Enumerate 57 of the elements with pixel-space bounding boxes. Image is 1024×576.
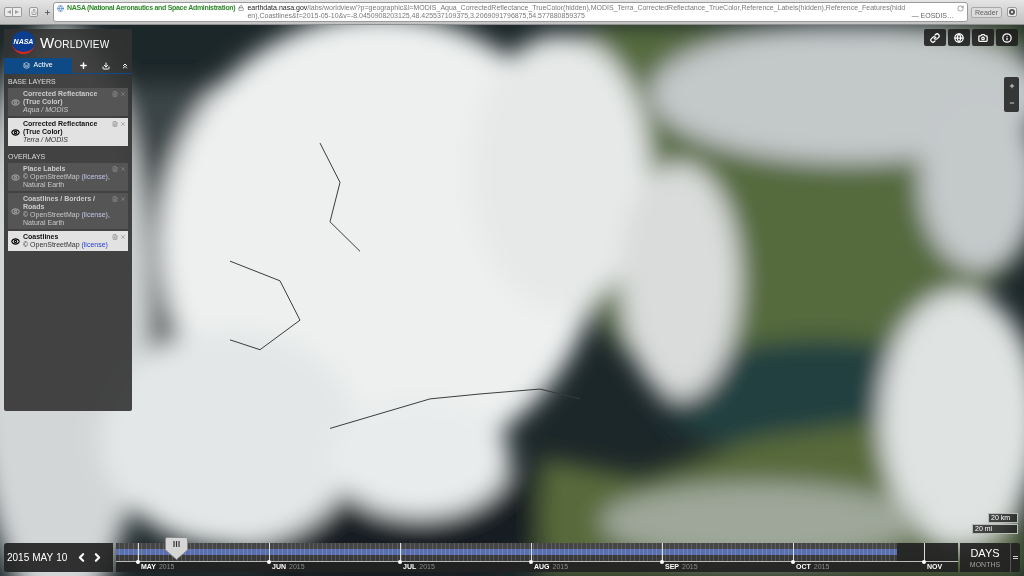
link-icon <box>930 32 940 43</box>
document-icon[interactable] <box>112 234 118 240</box>
share-icon <box>30 9 37 15</box>
eye-icon <box>11 172 20 182</box>
collapse-icon <box>120 61 129 70</box>
back-icon <box>6 10 11 14</box>
close-icon[interactable] <box>120 91 126 97</box>
share-link-button[interactable] <box>924 29 946 46</box>
close-icon[interactable] <box>120 166 126 172</box>
minus-icon <box>1008 100 1015 107</box>
month-marker-icon <box>529 559 533 564</box>
document-icon[interactable] <box>112 91 118 97</box>
lock-icon <box>238 5 245 11</box>
share-button[interactable] <box>29 7 38 17</box>
layers-icon <box>23 62 31 69</box>
app-title: WORLDVIEW <box>40 35 110 50</box>
month-marker-icon <box>267 559 271 564</box>
close-icon[interactable] <box>120 234 126 240</box>
zoom-level-option[interactable]: DAYS <box>970 547 1000 559</box>
eye-icon <box>11 236 20 246</box>
timeline-menu-button[interactable] <box>1010 543 1020 572</box>
menu-icon <box>1013 556 1018 559</box>
globe-icon <box>954 32 964 43</box>
close-icon[interactable] <box>120 121 126 127</box>
plus-icon <box>78 61 88 70</box>
plus-icon <box>1008 82 1015 89</box>
close-icon[interactable] <box>120 196 126 202</box>
year-field[interactable]: 2015 <box>7 552 30 563</box>
forward-button[interactable] <box>13 7 22 17</box>
eye-icon <box>11 97 20 107</box>
globe-icon <box>57 4 64 12</box>
month-marker-icon <box>136 559 140 564</box>
new-tab-button[interactable] <box>43 7 51 17</box>
day-field[interactable]: 10 <box>56 552 68 563</box>
month-field[interactable]: MAY <box>32 552 54 563</box>
month-marker-icon <box>922 559 926 564</box>
circle-icon <box>1009 9 1015 15</box>
reload-icon[interactable] <box>957 4 965 12</box>
snapshot-button[interactable] <box>972 29 994 46</box>
activity-button[interactable] <box>1007 7 1017 17</box>
download-icon <box>101 61 110 70</box>
month-marker-icon <box>791 559 795 564</box>
month-marker-icon <box>660 559 664 564</box>
info-button[interactable] <box>996 29 1018 46</box>
info-icon <box>1002 32 1012 43</box>
document-icon[interactable] <box>112 196 118 202</box>
address-bar[interactable] <box>53 2 969 22</box>
projection-button[interactable] <box>948 29 970 46</box>
timeline-handle[interactable] <box>165 537 189 560</box>
plus-icon <box>43 8 51 16</box>
document-icon[interactable] <box>112 166 118 172</box>
camera-icon <box>978 32 988 43</box>
eye-icon <box>11 206 20 216</box>
month-marker-icon <box>398 559 402 564</box>
document-icon[interactable] <box>112 121 118 127</box>
eye-icon <box>11 127 20 137</box>
forward-icon <box>15 10 19 14</box>
